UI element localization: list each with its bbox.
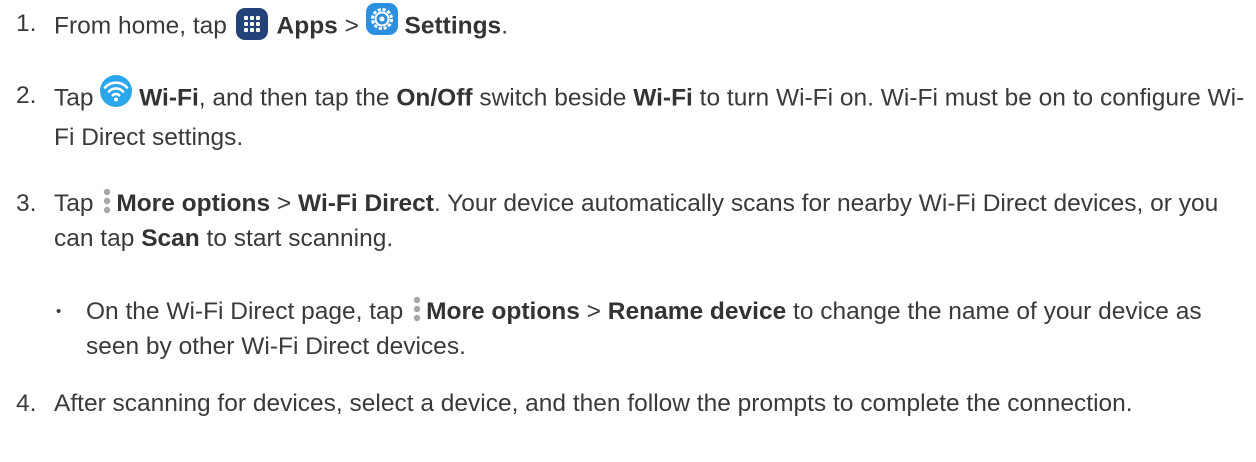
wifi-icon: [100, 75, 133, 117]
step-text: Tap Wi-Fi, and then tap the On/Off switc…: [54, 75, 1246, 155]
step-1: 1. From home, tap Apps > Settings.: [16, 3, 1246, 48]
more-options-icon: [102, 188, 112, 214]
step-text: Tap More options > Wi-Fi Direct. Your de…: [54, 186, 1246, 256]
step-text: After scanning for devices, select a dev…: [54, 390, 1133, 417]
settings-icon: [365, 3, 398, 45]
step-text: From home, tap Apps > Settings.: [54, 3, 1246, 48]
wifi-label: Wi-Fi: [633, 84, 693, 112]
scan-label: Scan: [141, 225, 200, 252]
bullet: •: [56, 303, 62, 320]
settings-label: Settings: [404, 12, 502, 40]
step-number: 4.: [16, 390, 37, 417]
step-number: 1.: [16, 10, 37, 37]
step-4: 4. After scanning for devices, select a …: [16, 386, 1246, 421]
on-off-label: On/Off: [396, 84, 473, 112]
step-number: 3.: [16, 190, 37, 217]
more-options-label: More options: [426, 298, 580, 325]
more-options-icon: [412, 296, 422, 322]
instructions-document: 1. From home, tap Apps > Settings. 2. Ta…: [0, 0, 1256, 462]
wifi-direct-label: Wi-Fi Direct: [298, 190, 434, 217]
more-options-label: More options: [116, 190, 271, 217]
step-2: 2. Tap Wi-Fi, and then tap the On/Off sw…: [16, 75, 1246, 155]
apps-icon: [235, 8, 268, 40]
step-number: 2.: [16, 82, 37, 109]
sub-item-text: On the Wi-Fi Direct page, tap More optio…: [86, 294, 1246, 364]
rename-device-label: Rename device: [607, 298, 787, 325]
sub-item: • On the Wi-Fi Direct page, tap More opt…: [56, 294, 1246, 364]
step-3: 3. Tap More options > Wi-Fi Direct. Your…: [16, 186, 1246, 256]
apps-label: Apps: [276, 12, 338, 40]
wifi-label: Wi-Fi: [139, 84, 199, 112]
